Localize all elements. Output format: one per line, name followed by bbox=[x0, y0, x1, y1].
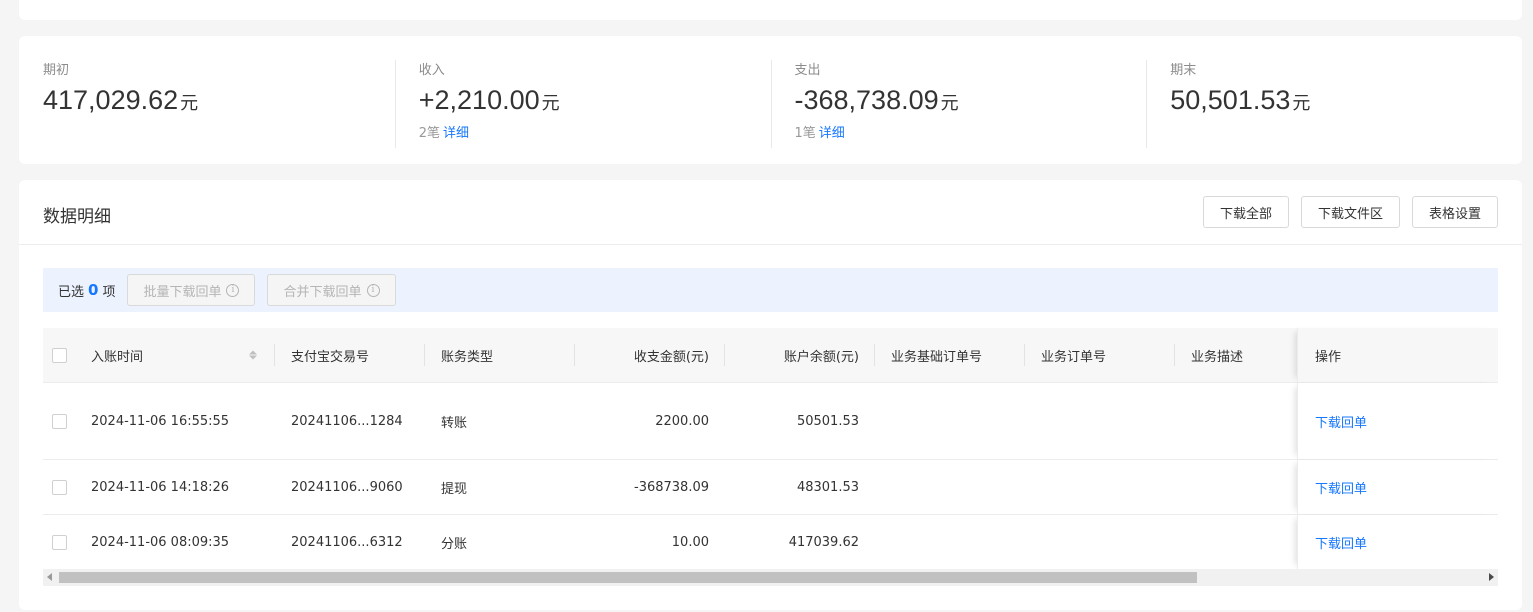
expense-detail-link[interactable]: 详细 bbox=[819, 126, 845, 141]
cell-amount: -368738.09 bbox=[634, 479, 709, 495]
cell-trade-no: 20241106...1284 bbox=[291, 413, 403, 429]
stat-income: 收入 +2,210.00 元 2笔 详细 bbox=[394, 36, 771, 164]
header-check-cell bbox=[43, 328, 75, 382]
stat-closing: 期末 50,501.53 元 bbox=[1146, 36, 1522, 164]
row-check-cell bbox=[43, 383, 75, 459]
stat-label: 期末 bbox=[1170, 63, 1197, 78]
scroll-right-arrow-icon[interactable] bbox=[1489, 573, 1494, 581]
button-label: 批量下载回单 bbox=[143, 284, 222, 300]
cell-amount: 10.00 bbox=[671, 534, 709, 550]
selection-prefix: 已选 bbox=[58, 284, 85, 300]
table-row: 2024-11-06 08:09:35 20241106...6312 分账 1… bbox=[43, 515, 1498, 570]
cell-trade-no: 20241106...6312 bbox=[291, 534, 403, 550]
stat-count: 2笔 详细 bbox=[418, 126, 470, 141]
column-divider bbox=[424, 344, 425, 366]
button-label: 合并下载回单 bbox=[283, 284, 362, 300]
stat-unit: 元 bbox=[1292, 93, 1311, 113]
download-receipt-link[interactable]: 下载回单 bbox=[1315, 478, 1367, 497]
column-header: 业务基础订单号 bbox=[891, 349, 983, 365]
stat-value: 50,501.53 元 bbox=[1170, 85, 1311, 115]
column-header: 账户余额(元) bbox=[783, 349, 859, 365]
row-checkbox[interactable] bbox=[51, 413, 67, 429]
stat-opening: 期初 417,029.62 元 bbox=[19, 36, 395, 164]
info-icon: i bbox=[366, 283, 380, 297]
cell-type: 分账 bbox=[441, 536, 468, 552]
stat-value: +2,210.00 元 bbox=[418, 85, 560, 115]
row-checkbox[interactable] bbox=[51, 534, 67, 550]
cell-balance: 48301.53 bbox=[796, 479, 859, 495]
download-receipt-link[interactable]: 下载回单 bbox=[1315, 412, 1367, 431]
column-header: 业务描述 bbox=[1191, 349, 1244, 365]
cell-amount: 2200.00 bbox=[655, 413, 709, 429]
stat-expense: 支出 -368,738.09 元 1笔 详细 bbox=[770, 36, 1147, 164]
cell-time: 2024-11-06 16:55:55 bbox=[91, 413, 230, 429]
scrollbar-thumb[interactable] bbox=[59, 572, 1198, 583]
column-divider bbox=[1174, 344, 1175, 366]
stat-label: 支出 bbox=[794, 63, 821, 78]
batch-download-button[interactable]: 批量下载回单 i bbox=[127, 274, 256, 306]
column-header: 操作 bbox=[1297, 328, 1498, 382]
row-check-cell bbox=[43, 460, 75, 514]
cell-type: 提现 bbox=[441, 481, 468, 497]
stat-value: -368,738.09 元 bbox=[794, 85, 959, 115]
selection-count: 0 bbox=[88, 281, 99, 299]
stat-value: 417,029.62 元 bbox=[43, 85, 199, 115]
detail-header: 数据明细 下载全部 下载文件区 表格设置 bbox=[19, 180, 1522, 245]
cell-op: 下载回单 bbox=[1297, 460, 1498, 514]
transactions-table: 入账时间 支付宝交易号 账务类型 收支金额(元) 账户余额(元) 业务基础订单号… bbox=[43, 328, 1498, 570]
header-actions: 下载全部 下载文件区 表格设置 bbox=[1202, 196, 1498, 228]
download-all-button[interactable]: 下载全部 bbox=[1202, 196, 1289, 228]
column-divider bbox=[1024, 344, 1025, 366]
cell-time: 2024-11-06 08:09:35 bbox=[91, 534, 230, 550]
column-divider bbox=[274, 344, 275, 366]
info-icon: i bbox=[226, 283, 240, 297]
stat-unit: 元 bbox=[940, 93, 959, 113]
cell-balance: 417039.62 bbox=[788, 534, 859, 550]
row-checkbox[interactable] bbox=[51, 479, 67, 495]
cell-type: 转账 bbox=[441, 415, 468, 431]
stat-label: 期初 bbox=[43, 63, 70, 78]
summary-panel: 期初 417,029.62 元 收入 +2,210.00 元 2笔 详细 支出 -36… bbox=[19, 36, 1522, 164]
column-header: 账务类型 bbox=[441, 349, 494, 365]
table-header-row: 入账时间 支付宝交易号 账务类型 收支金额(元) 账户余额(元) 业务基础订单号… bbox=[43, 328, 1498, 383]
selection-suffix: 项 bbox=[102, 284, 116, 300]
page-title: 数据明细 bbox=[43, 207, 111, 227]
download-receipt-link[interactable]: 下载回单 bbox=[1315, 533, 1367, 552]
income-detail-link[interactable]: 详细 bbox=[443, 126, 469, 141]
stat-label: 收入 bbox=[418, 63, 445, 78]
stat-unit: 元 bbox=[541, 93, 560, 113]
row-check-cell bbox=[43, 515, 75, 569]
sort-icon[interactable] bbox=[249, 350, 257, 360]
download-file-area-button[interactable]: 下载文件区 bbox=[1300, 196, 1400, 228]
column-header: 入账时间 bbox=[91, 349, 144, 365]
selection-bar: 已选 0 项 批量下载回单 i 合并下载回单 i bbox=[43, 268, 1498, 312]
cell-trade-no: 20241106...9060 bbox=[291, 479, 403, 495]
stat-unit: 元 bbox=[180, 93, 199, 113]
select-all-checkbox[interactable] bbox=[51, 347, 67, 363]
stat-count: 1笔 详细 bbox=[794, 126, 845, 141]
cell-op: 下载回单 bbox=[1297, 383, 1498, 459]
cell-balance: 50501.53 bbox=[796, 413, 859, 429]
column-header: 支付宝交易号 bbox=[291, 349, 370, 365]
cell-op: 下载回单 bbox=[1297, 515, 1498, 569]
table-row: 2024-11-06 14:18:26 20241106...9060 提现 -… bbox=[43, 460, 1498, 515]
header-time[interactable]: 入账时间 bbox=[91, 328, 273, 382]
merge-download-button[interactable]: 合并下载回单 i bbox=[267, 274, 396, 306]
column-divider bbox=[874, 344, 875, 366]
horizontal-scrollbar[interactable] bbox=[43, 569, 1498, 586]
column-header: 业务订单号 bbox=[1041, 349, 1107, 365]
scroll-left-arrow-icon[interactable] bbox=[47, 573, 52, 581]
table-settings-button[interactable]: 表格设置 bbox=[1411, 196, 1498, 228]
top-panel-strip bbox=[19, 0, 1522, 20]
table-row: 2024-11-06 16:55:55 20241106...1284 转账 2… bbox=[43, 383, 1498, 460]
cell-time: 2024-11-06 14:18:26 bbox=[91, 479, 230, 495]
column-header: 收支金额(元) bbox=[633, 349, 709, 365]
